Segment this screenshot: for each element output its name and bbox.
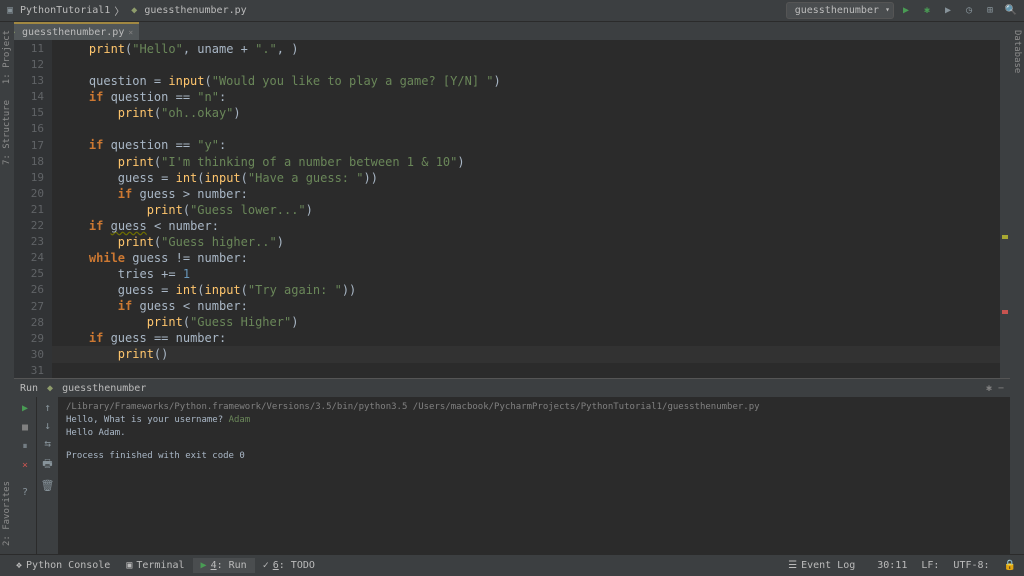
project-tool-button[interactable]: 1: Project: [2, 30, 12, 84]
pause-button[interactable]: ⏸: [18, 439, 32, 453]
cursor-position[interactable]: 30:11: [877, 560, 907, 571]
line-separator[interactable]: LF:: [921, 560, 939, 571]
run-tool-button[interactable]: ▶ 4: Run: [193, 558, 255, 573]
code-line[interactable]: if guess < number:: [52, 298, 1010, 314]
code-line[interactable]: tries += 1: [52, 266, 1010, 282]
console-user-input: Adam: [229, 415, 251, 425]
line-number-gutter: 1112131415161718192021222324252627282930…: [14, 40, 52, 378]
terminal-icon: ▣: [126, 560, 132, 571]
close-icon[interactable]: ×: [128, 28, 133, 37]
event-log-button[interactable]: ☰ Event Log: [780, 558, 863, 573]
favorites-tool-button[interactable]: 2: Favorites: [2, 481, 12, 546]
code-line[interactable]: guess = int(input("Try again: ")): [52, 282, 1010, 298]
search-button[interactable]: 🔍: [1002, 2, 1020, 20]
down-button[interactable]: ↓: [44, 419, 51, 432]
code-line[interactable]: question = input("Would you like to play…: [52, 73, 1010, 89]
main-area: 1112131415161718192021222324252627282930…: [14, 40, 1010, 554]
python-file-icon: ◆: [128, 5, 140, 17]
database-tool-button[interactable]: Database: [1012, 30, 1022, 73]
editor-tabs: ◆ guessthenumber.py ×: [0, 22, 1024, 40]
run-tool-window: Run ◆ guessthenumber ✱ − ▶ ■ ⏸ × ? ↑ ↓ ⇆…: [14, 378, 1010, 554]
code-line[interactable]: print("Guess Higher"): [52, 314, 1010, 330]
breadcrumb[interactable]: ▣ PythonTutorial1 〉 ◆ guessthenumber.py: [4, 3, 247, 18]
code-line[interactable]: print("Guess lower..."): [52, 202, 1010, 218]
rerun-button[interactable]: ▶: [18, 401, 32, 415]
code-line[interactable]: guess = int(input("Have a guess: ")): [52, 170, 1010, 186]
python-icon: ❖: [16, 560, 22, 571]
code-line[interactable]: if question == "y":: [52, 137, 1010, 153]
terminal-button[interactable]: ▣ Terminal: [118, 558, 192, 573]
run-side-toolbar-1: ▶ ■ ⏸ × ?: [14, 397, 36, 554]
todo-button[interactable]: ✓ 6: TODO: [255, 558, 323, 573]
run-panel-config-name: guessthenumber: [62, 383, 146, 394]
up-button[interactable]: ↑: [44, 401, 51, 414]
right-tool-rail: Database: [1010, 22, 1024, 554]
run-panel-header[interactable]: Run ◆ guessthenumber ✱ −: [14, 379, 1010, 397]
left-tool-rail: 1: Project 7: Structure 2: Favorites: [0, 22, 14, 554]
profile-button[interactable]: ◷: [960, 2, 978, 20]
console-output[interactable]: /Library/Frameworks/Python.framework/Ver…: [58, 397, 1010, 554]
code-line[interactable]: print("I'm thinking of a number between …: [52, 154, 1010, 170]
help-button[interactable]: ?: [18, 485, 32, 499]
log-icon: ☰: [788, 560, 797, 571]
code-text-area[interactable]: print("Hello", uname + ".", ) question =…: [52, 40, 1010, 378]
editor-scrollbar[interactable]: [1000, 40, 1010, 378]
warning-marker[interactable]: [1002, 235, 1008, 239]
python-console-button[interactable]: ❖ Python Console: [8, 558, 118, 573]
chevron-right-icon: 〉: [114, 3, 124, 18]
code-line[interactable]: while guess != number:: [52, 250, 1010, 266]
folder-icon: ▣: [4, 5, 16, 17]
console-output-line: Hello Adam.: [66, 427, 1002, 440]
play-icon: ▶: [201, 560, 207, 571]
navigation-bar: ▣ PythonTutorial1 〉 ◆ guessthenumber.py …: [0, 0, 1024, 22]
console-exit-message: Process finished with exit code 0: [66, 450, 1002, 463]
run-side-toolbar-2: ↑ ↓ ⇆ 🖶 🗑: [36, 397, 58, 554]
hide-icon[interactable]: −: [998, 383, 1004, 394]
console-command-path: /Library/Frameworks/Python.framework/Ver…: [66, 401, 1002, 414]
code-line[interactable]: print("Hello", uname + ".", ): [52, 41, 1010, 57]
print-button[interactable]: 🖶: [42, 455, 52, 474]
run-configuration-selector[interactable]: guessthenumber: [786, 2, 894, 19]
code-line[interactable]: if guess == number:: [52, 330, 1010, 346]
todo-icon: ✓: [263, 560, 269, 571]
debug-button[interactable]: ✱: [918, 2, 936, 20]
breadcrumb-file: guessthenumber.py: [144, 5, 246, 16]
stop-button[interactable]: ■: [18, 420, 32, 434]
python-file-icon: ◆: [44, 382, 56, 394]
code-line[interactable]: [52, 121, 1010, 137]
run-button[interactable]: ▶: [897, 2, 915, 20]
file-tab-active[interactable]: ◆ guessthenumber.py ×: [0, 22, 139, 40]
code-line[interactable]: print("Guess higher.."): [52, 234, 1010, 250]
console-prompt: Hello, What is your username?: [66, 415, 229, 425]
status-bar: ❖ Python Console ▣ Terminal ▶ 4: Run ✓ 6…: [0, 554, 1024, 576]
code-line[interactable]: [52, 57, 1010, 73]
code-editor[interactable]: 1112131415161718192021222324252627282930…: [14, 40, 1010, 378]
wrap-button[interactable]: ⇆: [44, 437, 51, 450]
clear-button[interactable]: 🗑: [41, 479, 55, 492]
breadcrumb-project: PythonTutorial1: [20, 5, 110, 16]
structure-tool-button[interactable]: 7: Structure: [2, 100, 12, 165]
code-line[interactable]: if question == "n":: [52, 89, 1010, 105]
error-marker[interactable]: [1002, 310, 1008, 314]
code-line[interactable]: print("oh..okay"): [52, 105, 1010, 121]
run-panel-title-prefix: Run: [20, 383, 38, 394]
lock-icon[interactable]: 🔒: [1004, 560, 1016, 571]
settings-icon[interactable]: ✱: [986, 383, 992, 394]
coverage-button[interactable]: ▶: [939, 2, 957, 20]
encoding[interactable]: UTF-8:: [953, 560, 989, 571]
concurrency-button[interactable]: ⊞: [981, 2, 999, 20]
code-line[interactable]: if guess < number:: [52, 218, 1010, 234]
code-line[interactable]: print(): [52, 346, 1010, 362]
code-line[interactable]: [52, 363, 1010, 379]
code-line[interactable]: if guess > number:: [52, 186, 1010, 202]
close-button[interactable]: ×: [18, 458, 32, 472]
